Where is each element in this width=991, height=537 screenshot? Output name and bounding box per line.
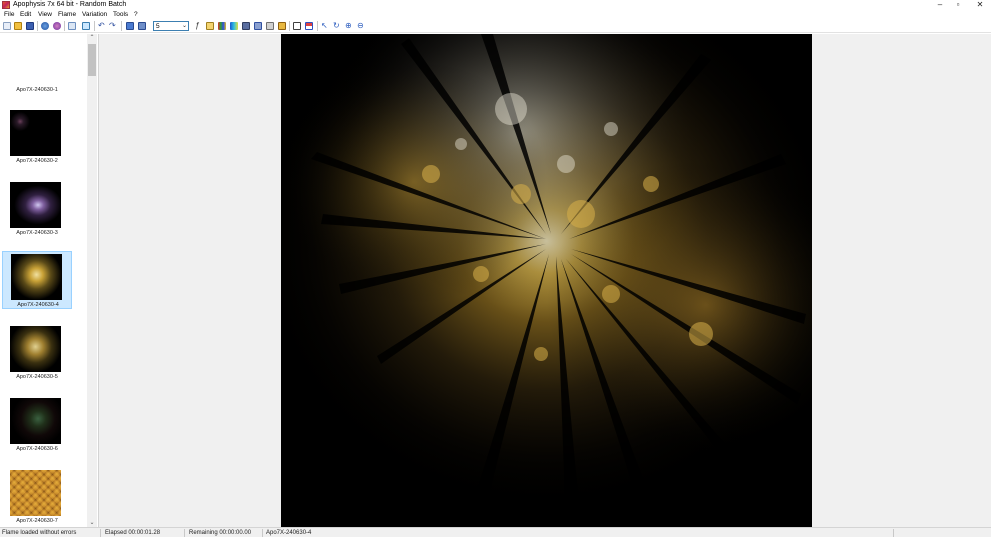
- restore-button[interactable]: ▫: [950, 0, 966, 10]
- toolbar-separator: [317, 21, 318, 31]
- zoom-in-icon[interactable]: ⊕: [345, 22, 353, 30]
- status-message: Flame loaded without errors: [2, 530, 77, 536]
- undo-icon[interactable]: ↶: [98, 22, 106, 30]
- redo-icon[interactable]: ↷: [109, 22, 117, 30]
- open-icon[interactable]: [14, 22, 22, 30]
- zoom-combo-value: 5: [156, 23, 160, 30]
- flame-list-item[interactable]: Apo7X-240630-7: [2, 468, 72, 526]
- scroll-down-icon[interactable]: ⌄: [87, 519, 97, 527]
- scrollbar-thumb[interactable]: [88, 44, 96, 76]
- new-icon[interactable]: [3, 22, 11, 30]
- flame-list-item[interactable]: Apo7X-240630-3: [2, 180, 72, 238]
- flame-list-item-label: Apo7X-240630-1: [16, 87, 58, 93]
- status-divider: [100, 529, 101, 537]
- rotate-icon[interactable]: ↻: [333, 22, 341, 30]
- flame-thumbnail: [11, 254, 62, 300]
- gradient-icon[interactable]: [230, 22, 238, 30]
- postprocess-icon[interactable]: [266, 22, 274, 30]
- flame-list-item-label: Apo7X-240630-6: [16, 446, 58, 452]
- apophysis-app-icon: [2, 1, 10, 9]
- close-button[interactable]: ✕: [972, 0, 988, 10]
- preview-viewport: [99, 34, 991, 527]
- menu-file[interactable]: File: [4, 11, 14, 19]
- flame-list-item-selected[interactable]: Apo7X-240630-4: [2, 251, 72, 309]
- render-icon[interactable]: [41, 22, 49, 30]
- flame-list-scrollbar[interactable]: ⌃ ⌄: [87, 34, 97, 527]
- flame-list-item-label: Apo7X-240630-4: [17, 302, 59, 308]
- script-icon[interactable]: ƒ: [195, 22, 203, 30]
- toolbar-separator: [94, 21, 95, 31]
- menu-edit[interactable]: Edit: [20, 11, 31, 19]
- toolbar-separator: [37, 21, 38, 31]
- toolbar-separator: [64, 21, 65, 31]
- flame-list-item[interactable]: Apo7X-240630-2: [2, 108, 72, 166]
- status-divider: [893, 529, 894, 537]
- fullscreen-2-icon[interactable]: [138, 22, 146, 30]
- title-bar: Apophysis 7x 64 bit - Random Batch – ▫ ✕: [0, 0, 991, 10]
- menu-view[interactable]: View: [38, 11, 52, 19]
- editor-icon[interactable]: [206, 22, 214, 30]
- mutate-icon[interactable]: [242, 22, 250, 30]
- status-divider: [184, 529, 185, 537]
- flame-list-item-label: Apo7X-240630-3: [16, 230, 58, 236]
- list-view-icon[interactable]: [68, 22, 76, 30]
- fractal-flame-image: [281, 34, 812, 527]
- flame-thumbnail: [10, 326, 61, 372]
- menu-tools[interactable]: Tools: [113, 11, 128, 19]
- adjust-icon[interactable]: [254, 22, 262, 30]
- menu-bar: File Edit View Flame Variation Tools ?: [0, 10, 991, 20]
- chevron-down-icon: ⌄: [181, 23, 187, 29]
- guides-icon[interactable]: [305, 22, 313, 30]
- toolbar: ↶ ↷ 5 ⌄ ƒ ↖ ↻ ⊕ ⊖: [0, 20, 991, 33]
- flame-render-canvas[interactable]: [281, 34, 812, 527]
- status-remaining: Remaining 00:00:00.00: [189, 530, 252, 536]
- render-all-icon[interactable]: [53, 22, 61, 30]
- flame-list-item[interactable]: Apo7X-240630-6: [2, 396, 72, 454]
- save-icon[interactable]: [26, 22, 34, 30]
- flame-list-item-label: Apo7X-240630-5: [16, 374, 58, 380]
- icon-view-icon[interactable]: [82, 22, 90, 30]
- flame-list-item-label: Apo7X-240630-2: [16, 158, 58, 164]
- zoom-out-icon[interactable]: ⊖: [357, 22, 365, 30]
- flame-list-item-label: Apo7X-240630-7: [16, 518, 58, 524]
- menu-variation[interactable]: Variation: [82, 11, 107, 19]
- minimize-button[interactable]: –: [932, 0, 948, 10]
- toolbar-separator: [121, 21, 122, 31]
- flame-list-panel: Apo7X-240630-1 Apo7X-240630-2 Apo7X-2406…: [0, 34, 99, 527]
- flame-thumbnail: [10, 110, 61, 156]
- menu-help[interactable]: ?: [134, 11, 138, 19]
- select-icon[interactable]: ↖: [321, 22, 329, 30]
- flame-list-item[interactable]: Apo7X-240630-5: [2, 324, 72, 382]
- status-divider: [262, 529, 263, 537]
- flame-thumbnail: [10, 470, 61, 516]
- transparency-icon[interactable]: [293, 22, 301, 30]
- flame-thumbnail: [10, 398, 61, 444]
- options-icon[interactable]: [278, 22, 286, 30]
- zoom-combo[interactable]: 5 ⌄: [153, 21, 189, 31]
- fullscreen-icon[interactable]: [126, 22, 134, 30]
- status-flame-name: Apo7X-240630-4: [266, 530, 312, 536]
- palette-icon[interactable]: [218, 22, 226, 30]
- status-elapsed: Elapsed 00:00:01.28: [105, 530, 161, 536]
- menu-flame[interactable]: Flame: [58, 11, 76, 19]
- toolbar-separator: [289, 21, 290, 31]
- window-title: Apophysis 7x 64 bit - Random Batch: [13, 1, 127, 8]
- flame-thumbnail: [10, 182, 61, 228]
- scroll-up-icon[interactable]: ⌃: [87, 34, 97, 42]
- status-bar: Flame loaded without errors Elapsed 00:0…: [0, 527, 991, 537]
